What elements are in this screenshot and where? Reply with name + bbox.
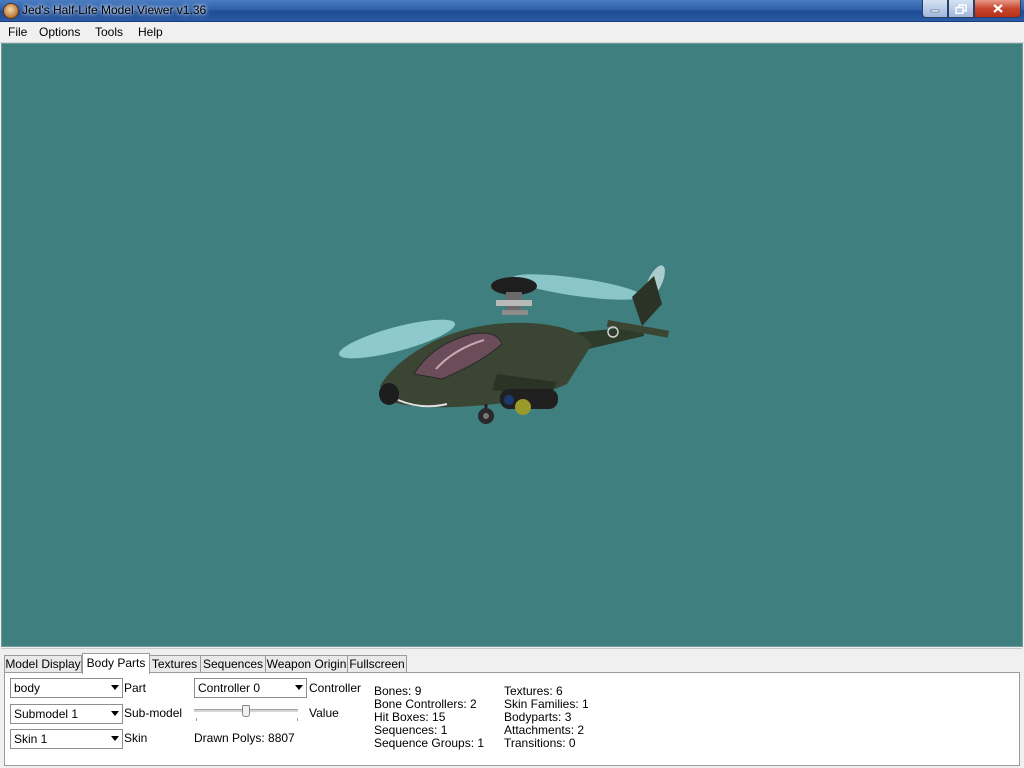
skin-value: Skin 1 [14,732,48,746]
part-label: Part [124,681,147,695]
submodel-value: Submodel 1 [14,707,79,721]
controller-label: Controller [309,681,362,695]
menu-options[interactable]: Options [39,25,80,39]
value-slider-thumb[interactable] [242,705,250,717]
tab-fullscreen[interactable]: Fullscreen [347,655,407,673]
stat-sequence-groups: Sequence Groups: 1 [374,736,485,750]
window-title: Jed's Half-Life Model Viewer v1.36 [22,3,207,17]
menu-tools[interactable]: Tools [95,25,123,39]
close-icon [992,4,1003,13]
controller-dropdown[interactable]: Controller 0 [194,678,307,698]
close-button[interactable] [974,0,1021,18]
minimize-icon [930,9,940,12]
chevron-down-icon [111,711,119,716]
chevron-down-icon [295,685,303,690]
tab-body-parts[interactable]: Body Parts [82,653,150,674]
chevron-down-icon [111,685,119,690]
model-viewport[interactable] [1,43,1023,647]
tab-textures[interactable]: Textures [148,655,201,673]
controller-value: Controller 0 [198,681,261,695]
restore-icon [955,3,967,14]
window-controls [922,0,1021,18]
part-dropdown[interactable]: body [10,678,123,698]
drawn-polys: Drawn Polys: 8807 [194,731,295,745]
app-icon[interactable] [3,3,19,19]
menu-help[interactable]: Help [138,25,163,39]
tab-sequences[interactable]: Sequences [200,655,266,673]
stat-transitions: Transitions: 0 [504,736,576,750]
control-panel: Model Display Body Parts Textures Sequen… [1,648,1022,766]
submodel-label: Sub-model [124,706,183,720]
tab-model-display[interactable]: Model Display [4,655,82,673]
body-parts-page: body Part Submodel 1 Sub-model Skin 1 Sk… [4,672,1020,766]
slider-tick [196,718,197,721]
restore-button[interactable] [948,0,974,18]
submodel-dropdown[interactable]: Submodel 1 [10,704,123,724]
minimize-button[interactable] [922,0,948,18]
slider-tick [297,718,298,721]
skin-label: Skin [124,731,148,745]
chevron-down-icon [111,736,119,741]
menu-file[interactable]: File [8,25,27,39]
value-label: Value [309,706,339,720]
menu-bar: File Options Tools Help [0,22,1024,43]
title-bar: Jed's Half-Life Model Viewer v1.36 [0,0,1024,22]
part-value: body [14,681,41,695]
helicopter-model [338,265,670,424]
tab-weapon-origin[interactable]: Weapon Origin [265,655,348,673]
skin-dropdown[interactable]: Skin 1 [10,729,123,749]
